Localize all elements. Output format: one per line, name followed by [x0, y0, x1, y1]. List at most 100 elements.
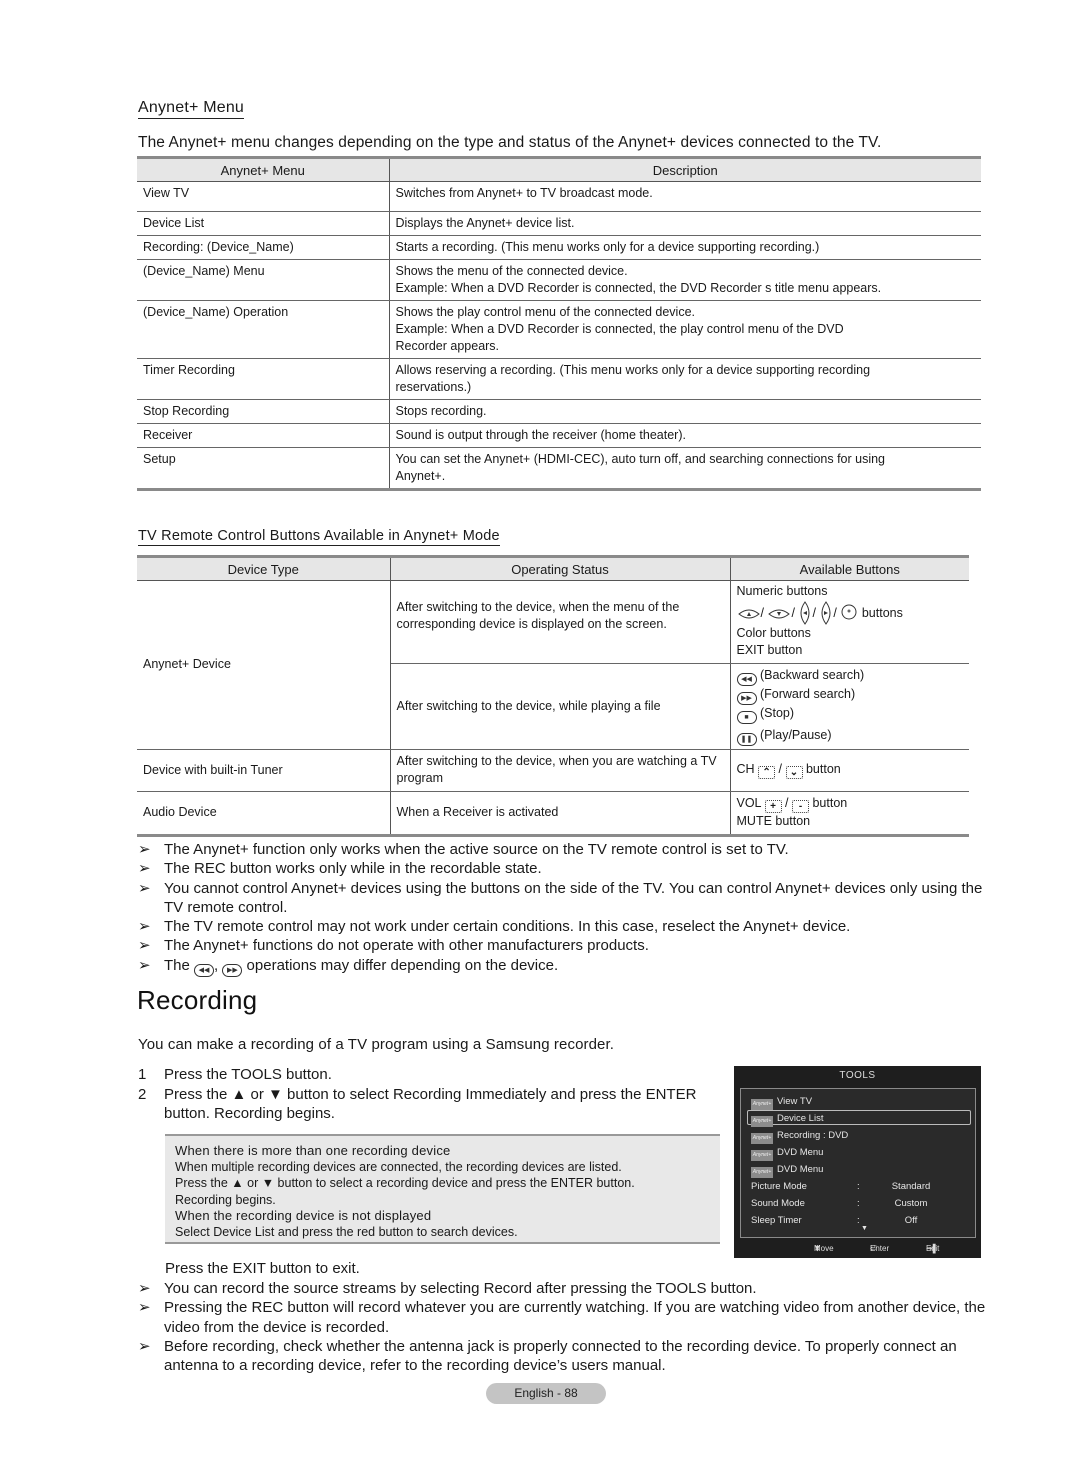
right-arrow-button-icon [821, 600, 831, 625]
backward-search-icon: ◀◀ [736, 672, 757, 686]
note-item: ➢ Pressing the REC button will record wha… [138, 1298, 988, 1337]
arrow-icon: ➢ [138, 918, 151, 936]
setting-key: Sleep Timer [751, 1215, 802, 1226]
table-row: View TV Switches from Anynet+ to TV broa… [137, 181, 981, 212]
tools-menu-footer: ⬍ Move ⏎ Enter ⇥▌ Exit [734, 1240, 981, 1258]
anynet-logo-icon: Anynet+ [751, 1133, 773, 1144]
device-type-cell: Device with built-in Tuner [137, 749, 391, 792]
steps-list: 1 Press the TOOLS button. 2 Press the ▲ or… [138, 1065, 728, 1124]
note-item: ➢ You can record the source streams by se… [138, 1279, 988, 1298]
description-line: Example: When a DVD Recorder is connecte… [395, 281, 882, 295]
forward-search-icon: ▶▶ [736, 691, 757, 705]
nav-buttons-line: / / / / buttons [737, 600, 964, 625]
description-line: reservations.) [395, 380, 472, 394]
menu-cell: Setup [137, 447, 390, 491]
arrow-icon: ➢ [138, 841, 151, 858]
table-row: Device with built-in Tuner After switchi… [137, 749, 969, 792]
menu-cell: View TV [137, 181, 390, 212]
operating-status-cell: After switching to the device, when the … [390, 580, 731, 664]
backward-search-line: ◀◀ (Backward search) [736, 667, 964, 686]
separator: / [785, 796, 789, 810]
tools-setting-sound-mode[interactable]: Sound Mode: Custom [751, 1196, 971, 1211]
table-row: Recording: (Device_Name) Starts a record… [137, 235, 981, 260]
description-line: Recorder appears. [395, 339, 500, 353]
setting-value: Custom [894, 1198, 928, 1209]
tools-setting-picture-mode[interactable]: Picture Mode: Standard [751, 1179, 971, 1194]
description-cell: Displays the Anynet+ device list. [389, 211, 981, 236]
note-text: The Anynet+ functions do not operate wit… [164, 937, 649, 955]
note-text: Before recording, check whether the ante… [164, 1337, 957, 1375]
note-text: The TV remote control may not work under… [164, 918, 851, 936]
setting-value: Off [904, 1215, 918, 1226]
forward-search-label: (Forward search) [759, 686, 856, 701]
tools-menu-item-recording[interactable]: Anynet+ Recording : DVD [751, 1128, 971, 1144]
available-buttons-cell: VOL + / - button MUTE button [730, 791, 969, 837]
setting-key: Picture Mode [751, 1181, 807, 1192]
available-buttons-cell: Numeric buttons / / / / buttons Color bu… [730, 580, 969, 664]
anynet-logo-icon: Anynet+ [751, 1099, 773, 1110]
backward-search-icon: ◀◀ [194, 963, 215, 977]
description-cell: Shows the menu of the connected device. … [389, 259, 981, 301]
note-text-pre: The [164, 956, 190, 974]
column-header-available-buttons: Available Buttons [730, 555, 969, 581]
recording-lead: You can make a recording of a TV program… [138, 1036, 615, 1053]
forward-search-icon: ▶▶ [222, 963, 243, 977]
arrow-icon: ➢ [138, 860, 151, 878]
menu-item-label: Device List [777, 1113, 824, 1124]
note-text: Pressing the REC button will record what… [164, 1299, 986, 1336]
menu-cell: Stop Recording [137, 399, 390, 424]
tools-menu-item-device-list[interactable]: Anynet+ Device List [747, 1110, 971, 1127]
arrow-icon: ➢ [138, 1280, 151, 1297]
tools-menu-list: Anynet+ View TV Anynet+ Device List Anynet… [740, 1088, 976, 1238]
description-line: You can set the Anynet+ (HDMI-CEC), auto… [395, 452, 886, 466]
note-box-line: Press the ▲ or ▼ button to select a reco… [175, 1176, 635, 1191]
description-line: Anynet+. [395, 469, 446, 483]
menu-item-label: DVD Menu [777, 1164, 824, 1175]
description-cell: You can set the Anynet+ (HDMI-CEC), auto… [389, 447, 981, 491]
note-item: ➢ You cannot control Anynet+ devices usin… [138, 879, 988, 918]
tools-menu-item-dvd-menu[interactable]: Anynet+ DVD Menu [751, 1145, 971, 1161]
tools-menu-item-view-tv[interactable]: Anynet+ View TV [751, 1094, 971, 1110]
tools-menu-item-dvd-menu-2[interactable]: Anynet+ DVD Menu [751, 1162, 971, 1178]
setting-value: Standard [891, 1181, 931, 1192]
note-item: ➢ The ◀◀, ▶▶ operations may differ depen… [138, 956, 988, 977]
volume-down-icon: - [792, 800, 809, 813]
menu-cell: Recording: (Device_Name) [137, 235, 390, 260]
table-row: Anynet+ Device After switching to the de… [137, 580, 969, 750]
table-header-row: Device Type Operating Status Available B… [137, 555, 969, 581]
column-header-operating-status: Operating Status [390, 555, 731, 581]
table-row: Audio Device When a Receiver is activate… [137, 791, 969, 837]
vol-line: VOL + / - button [737, 795, 964, 813]
menu-cell: Timer Recording [137, 358, 390, 400]
note-item: ➢ The Anynet+ functions do not operate wi… [138, 936, 988, 955]
menu-cell: Receiver [137, 423, 390, 448]
table-row: (Device_Name) Operation Shows the play c… [137, 300, 981, 359]
available-buttons-cell: CH ⌃ / ⌄ button [730, 749, 969, 792]
separator: / [833, 605, 837, 620]
table-row: Setup You can set the Anynet+ (HDMI-CEC)… [137, 447, 981, 491]
note-text-post: operations may differ depending on the d… [246, 956, 559, 974]
exit-button-label: EXIT button [736, 643, 803, 657]
stop-icon: ■ [736, 710, 757, 724]
stop-label: (Stop) [759, 705, 795, 720]
play-pause-label: (Play/Pause) [759, 727, 832, 742]
description-line: Shows the menu of the connected device. [395, 264, 628, 278]
setting-sep: : [857, 1198, 860, 1209]
separator: / [791, 605, 795, 620]
step-text: Press the TOOLS button. [164, 1066, 332, 1083]
backward-search-label: (Backward search) [759, 667, 865, 682]
play-pause-icon: ❚❚ [736, 732, 757, 746]
note-box-heading: When the recording device is not display… [175, 1207, 432, 1223]
step-number: 2 [138, 1085, 147, 1103]
menu-cell: Device List [137, 211, 390, 236]
footer-exit-label: Exit [926, 1244, 940, 1253]
device-type-cell: Audio Device [137, 791, 391, 837]
step-item: 2 Press the ▲ or ▼ button to select Recor… [138, 1085, 728, 1124]
section-heading-anynet-menu: Anynet+ Menu [138, 98, 245, 119]
operating-status-cell: After switching to the device, while pla… [390, 663, 731, 750]
description-cell: Stops recording. [389, 399, 981, 424]
recording-notes-list: ➢ You can record the source streams by se… [138, 1279, 988, 1375]
column-header-description: Description [389, 156, 981, 182]
table-header-row: Anynet+ Menu Description [137, 156, 981, 182]
vol-label: VOL [736, 796, 762, 810]
